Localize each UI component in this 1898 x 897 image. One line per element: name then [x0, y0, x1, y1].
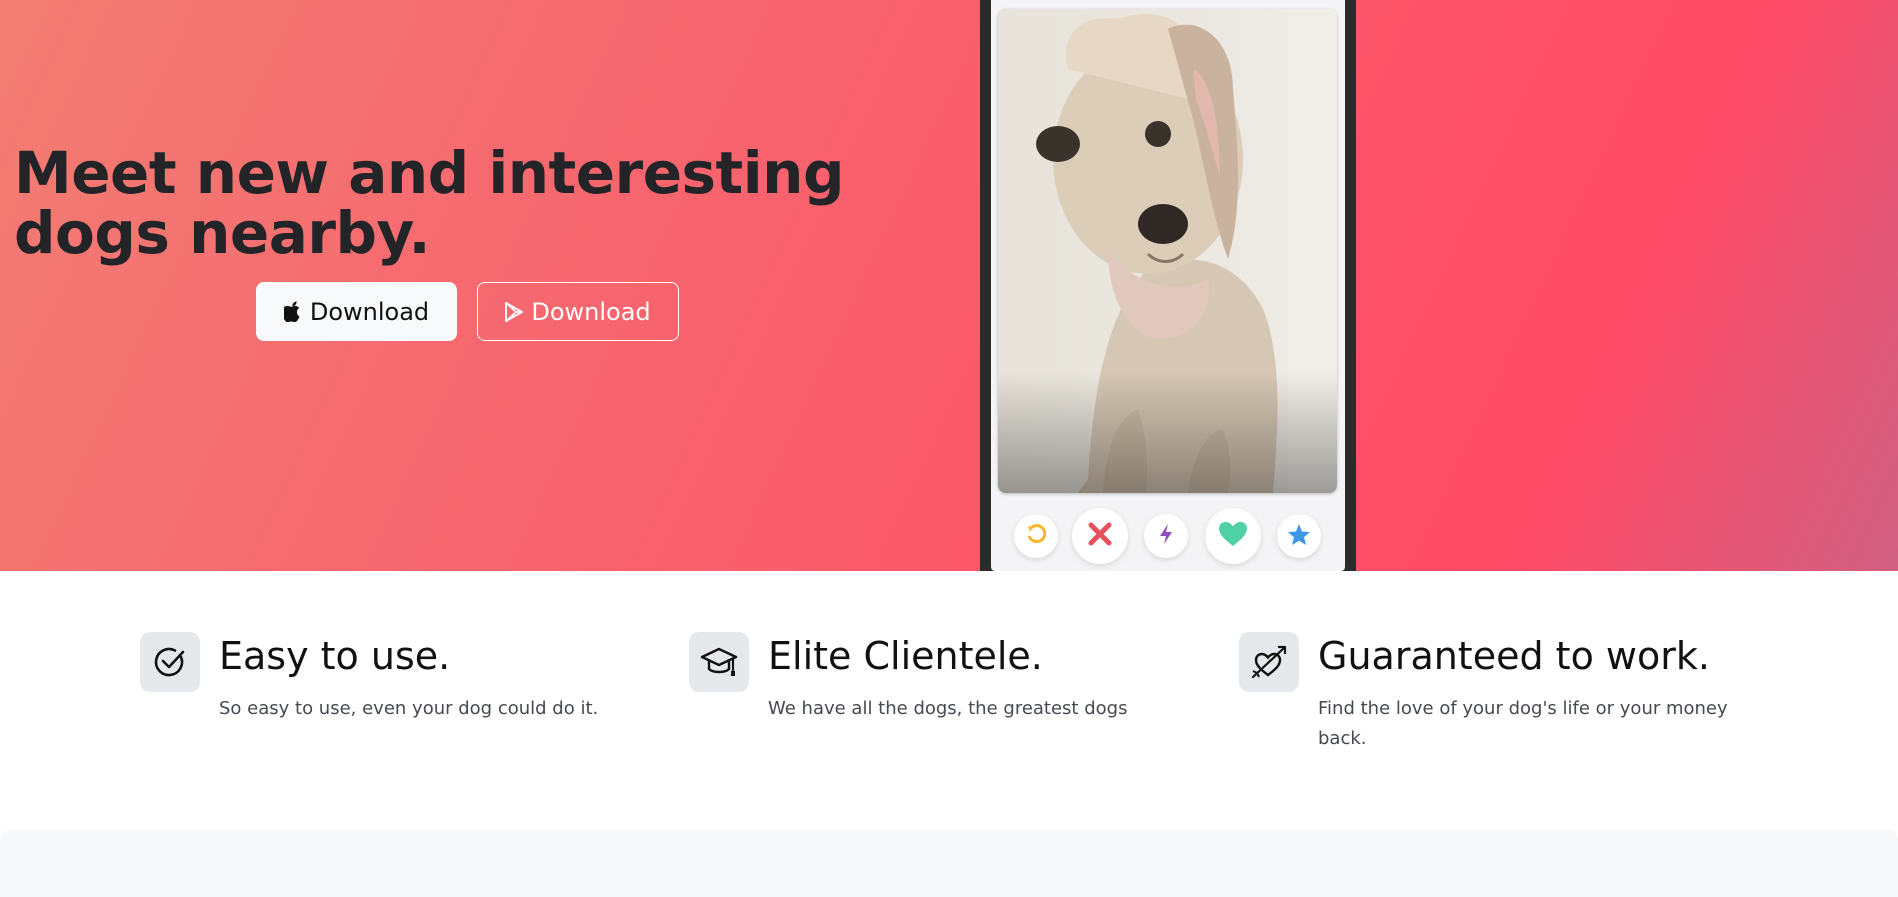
super-like-button[interactable] [1277, 514, 1321, 558]
rewind-button[interactable] [1014, 514, 1058, 558]
hero-section: Meet new and interesting dogs nearby. Do… [0, 0, 1898, 571]
like-heart-icon [1218, 521, 1248, 551]
graduation-cap-icon [689, 632, 749, 692]
checkmark-circle-icon [140, 632, 200, 692]
boost-button[interactable] [1144, 514, 1188, 558]
like-button[interactable] [1205, 508, 1261, 564]
feature-description: So easy to use, even your dog could do i… [219, 698, 599, 719]
swipe-actions-bar [991, 506, 1345, 564]
feature-description: We have all the dogs, the greatest dogs [768, 698, 1128, 719]
feature-title: Easy to use. [219, 634, 451, 678]
feature-title: Guaranteed to work. [1318, 634, 1710, 678]
download-google-play-label: Download [531, 297, 651, 326]
phone-mockup [980, 0, 1356, 571]
next-section-background [0, 830, 1898, 897]
download-app-store-label: Download [309, 297, 430, 326]
rewind-icon [1025, 523, 1047, 549]
boost-lightning-icon [1158, 523, 1174, 549]
download-google-play-button[interactable]: Download [477, 282, 679, 341]
google-play-icon [505, 301, 524, 322]
nope-x-icon [1087, 521, 1113, 551]
dog-profile-photo[interactable] [998, 9, 1337, 493]
hero-headline: Meet new and interesting dogs nearby. [14, 139, 844, 267]
feature-title: Elite Clientele. [768, 634, 1043, 678]
download-app-store-button[interactable]: Download [256, 282, 457, 341]
nope-button[interactable] [1072, 508, 1128, 564]
super-like-star-icon [1287, 523, 1311, 550]
phone-screen [991, 0, 1345, 571]
feature-description: Find the love of your dog's life or your… [1318, 698, 1728, 749]
heart-arrow-icon [1239, 632, 1299, 692]
apple-icon [283, 301, 302, 322]
